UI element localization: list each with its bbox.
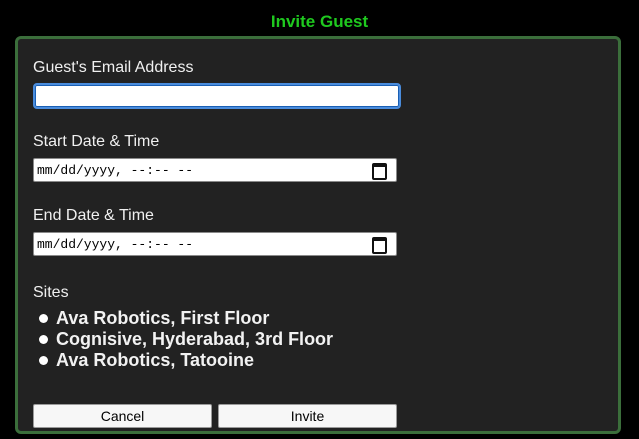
start-datetime-label: Start Date & Time: [33, 133, 160, 150]
bullet-icon: [39, 314, 48, 323]
email-label: Guest's Email Address: [33, 59, 194, 76]
cancel-button[interactable]: Cancel: [33, 404, 212, 428]
site-item[interactable]: Ava Robotics, Tatooine: [36, 350, 333, 371]
invite-button[interactable]: Invite: [218, 404, 397, 428]
sites-list: Ava Robotics, First Floor Cognisive, Hyd…: [36, 308, 333, 371]
bullet-icon: [39, 356, 48, 365]
bullet-icon: [39, 335, 48, 344]
end-datetime-label: End Date & Time: [33, 207, 154, 224]
dialog-title: Invite Guest: [270, 12, 369, 31]
email-input[interactable]: [33, 83, 401, 109]
site-label: Ava Robotics, Tatooine: [56, 350, 255, 370]
start-datetime-value: mm/dd/yyyy, --:-- --: [37, 163, 194, 178]
calendar-icon[interactable]: [372, 163, 387, 180]
site-label: Cognisive, Hyderabad, 3rd Floor: [56, 329, 334, 349]
end-datetime-input[interactable]: mm/dd/yyyy, --:-- --: [33, 232, 397, 256]
start-datetime-input[interactable]: mm/dd/yyyy, --:-- --: [33, 158, 397, 182]
end-datetime-value: mm/dd/yyyy, --:-- --: [37, 237, 194, 252]
site-label: Ava Robotics, First Floor: [56, 308, 270, 328]
site-item[interactable]: Ava Robotics, First Floor: [36, 308, 333, 329]
sites-label: Sites: [33, 284, 69, 301]
calendar-icon[interactable]: [372, 237, 387, 254]
site-item[interactable]: Cognisive, Hyderabad, 3rd Floor: [36, 329, 333, 350]
